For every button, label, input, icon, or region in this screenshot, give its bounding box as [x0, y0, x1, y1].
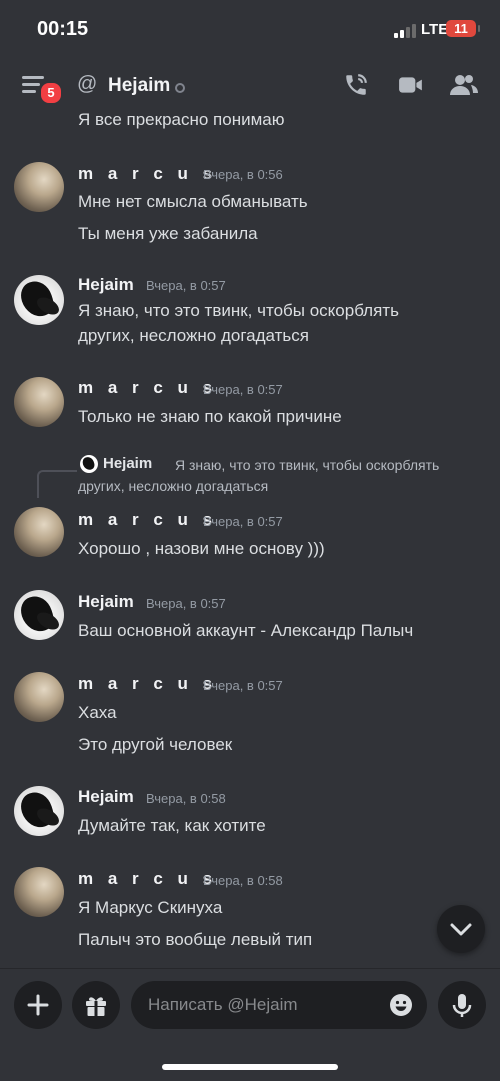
status-time: 00:15: [37, 18, 89, 40]
message-list[interactable]: Я все прекрасно понимаю m a r c u s Вчер…: [0, 110, 500, 968]
avatar[interactable]: [14, 507, 64, 557]
message-input-placeholder: Написать @Hejaim: [148, 995, 298, 1014]
message-timestamp: Вчера, в 0:56: [203, 167, 283, 182]
message-author[interactable]: m a r c u s: [78, 510, 217, 530]
chevron-down-icon: [450, 923, 472, 936]
message-timestamp: Вчера, в 0:57: [203, 678, 283, 693]
network-type: LTE: [421, 21, 449, 38]
message-timestamp: Вчера, в 0:58: [146, 791, 226, 806]
message-text: Я все прекрасно понимаю: [78, 110, 285, 129]
emoji-icon[interactable]: [389, 993, 413, 1017]
video-camera-icon[interactable]: [398, 72, 424, 98]
phone-call-icon[interactable]: [343, 72, 369, 98]
message-text: Думайте так, как хотите: [78, 816, 266, 835]
notification-badge: 5: [39, 81, 63, 105]
gift-button[interactable]: [72, 981, 120, 1029]
members-icon[interactable]: [450, 72, 478, 98]
battery-icon: 11: [446, 20, 480, 37]
message-text: Ваш основной аккаунт - Александр Палыч: [78, 621, 414, 640]
offline-status-icon: [175, 83, 185, 93]
message-timestamp: Вчера, в 0:57: [203, 514, 283, 529]
message-timestamp: Вчера, в 0:58: [203, 873, 283, 888]
message-text: Только не знаю по какой причине: [78, 407, 342, 426]
message-author[interactable]: m a r c u s: [78, 378, 217, 398]
avatar[interactable]: [14, 162, 64, 212]
at-icon: @: [77, 73, 98, 95]
microphone-icon: [452, 994, 472, 1017]
avatar[interactable]: [14, 786, 64, 836]
message-timestamp: Вчера, в 0:57: [203, 382, 283, 397]
message-text: Я знаю, что это твинк, чтобы оскорблять: [78, 301, 399, 320]
dm-header: 5 @ Hejaim: [0, 62, 500, 110]
message-composer: Написать @Hejaim: [0, 968, 500, 1081]
message-text: Хаха: [78, 703, 117, 722]
status-bar: 00:15 LTE 11: [0, 0, 500, 60]
reply-avatar: [80, 455, 98, 473]
reply-author[interactable]: Hejaim: [103, 455, 152, 472]
message-author[interactable]: m a r c u s: [78, 164, 217, 184]
avatar[interactable]: [14, 590, 64, 640]
message-author[interactable]: m a r c u s: [78, 869, 217, 889]
message-text: Я Маркус Скинуха: [78, 898, 223, 917]
message-author[interactable]: m a r c u s: [78, 674, 217, 694]
avatar[interactable]: [14, 275, 64, 325]
message-author[interactable]: Hejaim: [78, 787, 134, 807]
message-timestamp: Вчера, в 0:57: [146, 596, 226, 611]
plus-icon: [27, 994, 49, 1016]
avatar[interactable]: [14, 672, 64, 722]
message-text: других, несложно догадаться: [78, 326, 309, 345]
home-indicator: [162, 1064, 338, 1070]
message-text: Палыч это вообще левый тип: [78, 930, 313, 949]
message-text: Хорошо , назови мне основу ))): [78, 539, 325, 558]
signal-icon: [394, 24, 416, 38]
message-timestamp: Вчера, в 0:57: [146, 278, 226, 293]
message-text: Ты меня уже забанила: [78, 224, 258, 243]
add-attachment-button[interactable]: [14, 981, 62, 1029]
message-input[interactable]: Написать @Hejaim: [131, 981, 427, 1029]
voice-message-button[interactable]: [438, 981, 486, 1029]
message-text: Это другой человек: [78, 735, 233, 754]
message-text: Мне нет смысла обманывать: [78, 192, 308, 211]
scroll-to-bottom-button[interactable]: [437, 905, 485, 953]
avatar[interactable]: [14, 377, 64, 427]
message-author[interactable]: Hejaim: [78, 275, 134, 295]
gift-icon: [86, 997, 106, 1016]
avatar[interactable]: [14, 867, 64, 917]
message-author[interactable]: Hejaim: [78, 592, 134, 612]
channel-name[interactable]: Hejaim: [108, 75, 170, 97]
reply-connector: [37, 470, 77, 498]
